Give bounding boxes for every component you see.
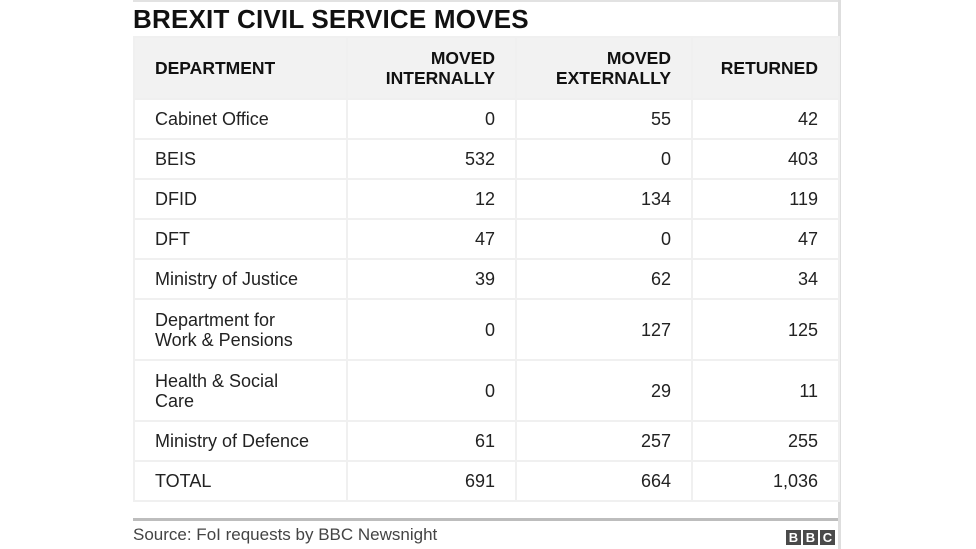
moved-internally-cell: 61 xyxy=(346,420,517,462)
graphic-frame: BREXIT CIVIL SERVICE MOVES DEPARTMENT MO… xyxy=(133,0,841,549)
department-cell: Ministry of Justice xyxy=(133,258,348,300)
moved-internally-cell: 12 xyxy=(346,178,517,220)
header-returned: RETURNED xyxy=(691,36,840,100)
table-row: Cabinet Office 0 55 42 xyxy=(133,98,840,140)
moved-externally-cell: 134 xyxy=(515,178,693,220)
department-cell: BEIS xyxy=(133,138,348,180)
returned-cell: 119 xyxy=(691,178,840,220)
moved-externally-cell: 0 xyxy=(515,138,693,180)
moved-externally-cell: 664 xyxy=(515,460,693,502)
department-cell: Department for Work & Pensions xyxy=(133,298,348,361)
department-cell: Health & Social Care xyxy=(133,359,348,422)
table-row: Department for Work & Pensions 0 127 125 xyxy=(133,298,840,361)
returned-cell: 255 xyxy=(691,420,840,462)
department-cell: TOTAL xyxy=(133,460,348,502)
table-row: DFT 47 0 47 xyxy=(133,218,840,260)
moved-internally-cell: 0 xyxy=(346,98,517,140)
returned-cell: 11 xyxy=(691,359,840,422)
moved-externally-cell: 127 xyxy=(515,298,693,361)
moved-externally-cell: 29 xyxy=(515,359,693,422)
header-moved-externally: MOVED EXTERNALLY xyxy=(515,36,693,100)
bbc-logo-letter: C xyxy=(820,530,835,545)
table-row: Ministry of Defence 61 257 255 xyxy=(133,420,840,462)
header-moved-internally: MOVED INTERNALLY xyxy=(346,36,517,100)
moved-externally-cell: 62 xyxy=(515,258,693,300)
department-cell: Cabinet Office xyxy=(133,98,348,140)
source-note: Source: FoI requests by BBC Newsnight xyxy=(133,525,438,544)
department-cell: DFID xyxy=(133,178,348,220)
table-row: Ministry of Justice 39 62 34 xyxy=(133,258,840,300)
returned-cell: 47 xyxy=(691,218,840,260)
moved-internally-cell: 39 xyxy=(346,258,517,300)
returned-cell: 34 xyxy=(691,258,840,300)
bbc-logo-icon: B B C xyxy=(786,530,835,545)
header-row: DEPARTMENT MOVED INTERNALLY MOVED EXTERNAL… xyxy=(133,36,840,100)
table-row: BEIS 532 0 403 xyxy=(133,138,840,180)
civil-service-moves-table: DEPARTMENT MOVED INTERNALLY MOVED EXTERNAL… xyxy=(133,36,840,502)
moved-internally-cell: 47 xyxy=(346,218,517,260)
table-row: DFID 12 134 119 xyxy=(133,178,840,220)
returned-cell: 42 xyxy=(691,98,840,140)
returned-cell: 125 xyxy=(691,298,840,361)
bottom-rule xyxy=(133,518,838,521)
top-rule xyxy=(133,0,839,2)
returned-cell: 403 xyxy=(691,138,840,180)
department-cell: DFT xyxy=(133,218,348,260)
total-row: TOTAL 691 664 1,036 xyxy=(133,460,840,502)
moved-internally-cell: 691 xyxy=(346,460,517,502)
moved-externally-cell: 0 xyxy=(515,218,693,260)
returned-cell: 1,036 xyxy=(691,460,840,502)
moved-externally-cell: 257 xyxy=(515,420,693,462)
table-row: Health & Social Care 0 29 11 xyxy=(133,359,840,422)
moved-internally-cell: 532 xyxy=(346,138,517,180)
header-department: DEPARTMENT xyxy=(133,36,348,100)
moved-internally-cell: 0 xyxy=(346,298,517,361)
moved-externally-cell: 55 xyxy=(515,98,693,140)
graphic-title: BREXIT CIVIL SERVICE MOVES xyxy=(133,4,529,34)
moved-internally-cell: 0 xyxy=(346,359,517,422)
bbc-logo-letter: B xyxy=(803,530,818,545)
bbc-logo-letter: B xyxy=(786,530,801,545)
department-cell: Ministry of Defence xyxy=(133,420,348,462)
